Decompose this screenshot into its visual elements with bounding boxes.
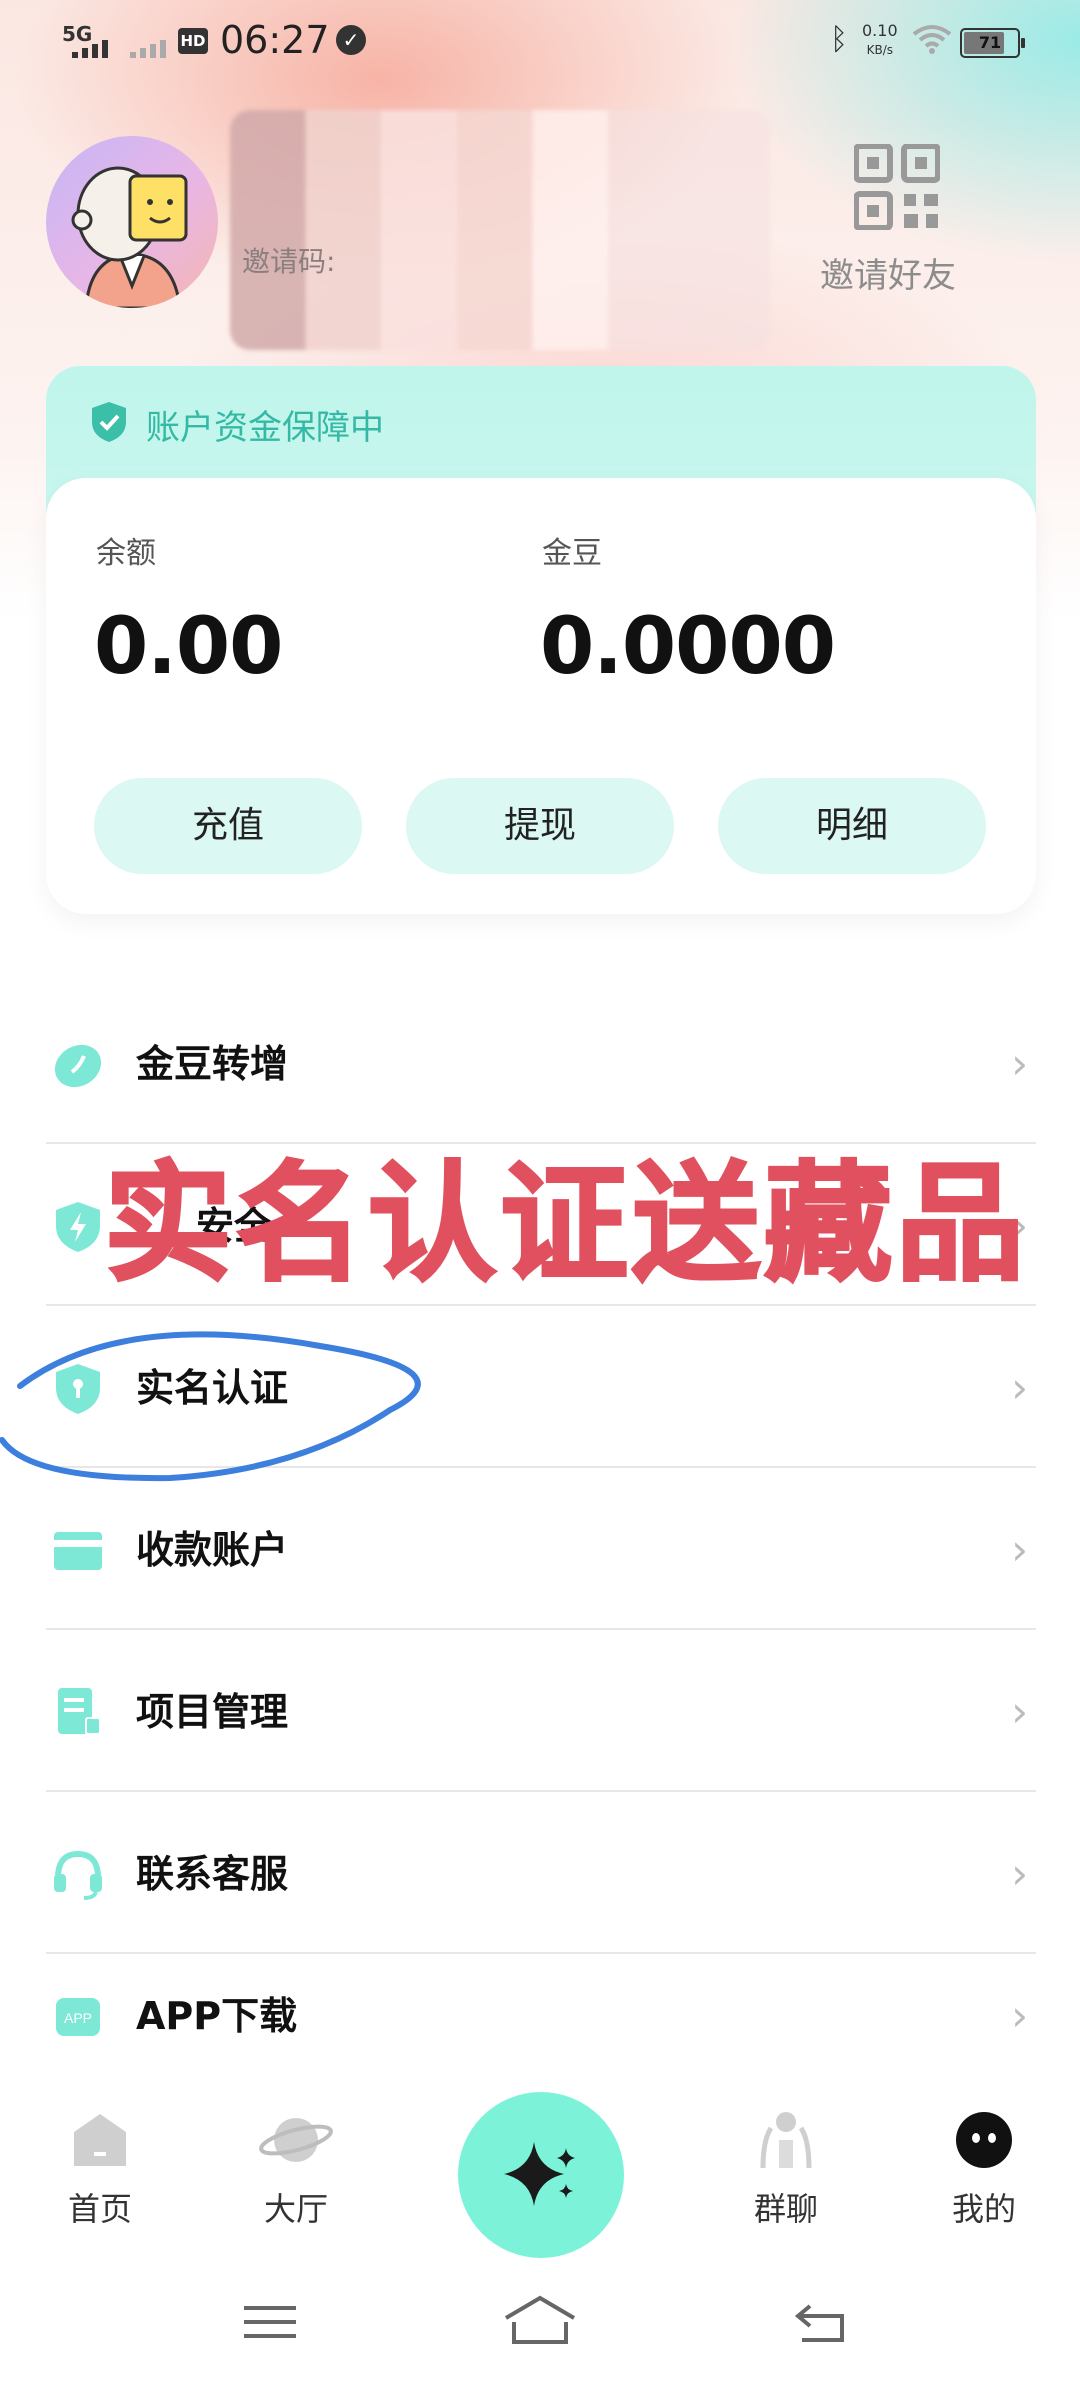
bean-icon [54, 1044, 102, 1088]
wifi-icon [912, 25, 952, 54]
document-icon [58, 1688, 101, 1735]
nav-me[interactable]: 我的 [914, 2110, 1054, 2230]
lightning-shield-icon [56, 1202, 100, 1252]
planet-icon [259, 2118, 333, 2162]
menu-label: 联系客服 [136, 1852, 289, 1896]
avatar-illustration [71, 166, 188, 308]
center-action-button[interactable] [458, 2092, 624, 2258]
menu-item-app-download[interactable]: APP APP下载 › [46, 1956, 1036, 2076]
nav-group-chat[interactable]: 群聊 [716, 2110, 856, 2230]
clock: 06:27 [220, 18, 330, 62]
headset-icon [54, 1850, 102, 1900]
app-icon: APP [56, 1998, 100, 2036]
network-speed: 0.10 KB/s [862, 22, 898, 59]
profile-face-icon [956, 2112, 1012, 2168]
speed-unit: KB/s [866, 43, 894, 57]
nav-label: 首页 [67, 2190, 132, 2228]
signal-2-icon [130, 40, 166, 58]
divider [46, 1952, 1036, 1954]
recharge-button[interactable]: 充值 [94, 778, 362, 874]
back-icon[interactable] [790, 2298, 850, 2348]
chevron-right-icon: › [1011, 1991, 1028, 2040]
menu-label: 项目管理 [136, 1690, 289, 1734]
chevron-right-icon: › [1011, 1525, 1028, 1574]
shield-check-icon [92, 402, 126, 442]
chevron-right-icon: › [1011, 1363, 1028, 1412]
menu-label: APP下载 [136, 1994, 298, 2038]
invite-code: 邀请码: [242, 245, 336, 278]
status-bar: 5G HD 06:27 ✓ ᛒ 0.10 KB/s 71 [0, 0, 1080, 80]
nav-label: 我的 [951, 2190, 1016, 2228]
chevron-right-icon: › [1011, 1849, 1028, 1898]
divider [46, 1628, 1036, 1630]
avatar[interactable] [46, 136, 218, 308]
menu-item-project-management[interactable]: 项目管理 › [46, 1632, 1036, 1792]
beans-value: 0.0000 [540, 602, 836, 692]
people-icon [760, 2112, 812, 2169]
hd-icon: HD [178, 28, 208, 54]
details-button[interactable]: 明细 [718, 778, 986, 874]
check-icon: ✓ [336, 25, 366, 55]
nav-hall[interactable]: 大厅 [226, 2110, 366, 2230]
home-icon [74, 2114, 126, 2166]
menu-item-contact-support[interactable]: 联系客服 › [46, 1794, 1036, 1954]
menu-icon[interactable] [240, 2298, 300, 2348]
battery-icon: 71 [960, 28, 1025, 58]
divider [46, 1790, 1036, 1792]
nav-home[interactable]: 首页 [30, 2110, 170, 2230]
blurred-username [230, 110, 770, 350]
balance-value: 0.00 [94, 602, 283, 692]
balance-label: 余额 [96, 536, 156, 571]
chevron-right-icon: › [1011, 1687, 1028, 1736]
speed-value: 0.10 [862, 21, 898, 40]
svg-text:APP: APP [64, 2010, 92, 2026]
nav-label: 大厅 [263, 2190, 328, 2228]
beans-label: 金豆 [542, 536, 602, 571]
signal-icon [72, 40, 108, 58]
nav-label: 群聊 [753, 2190, 818, 2228]
fund-protection-text: 账户资金保障中 [146, 408, 384, 448]
promo-overlay-text: 实名认证送藏品 [102, 1149, 1029, 1301]
home-button-icon[interactable] [502, 2292, 578, 2348]
hand-drawn-circle-annotation [0, 1331, 421, 1482]
battery-level: 71 [978, 33, 1002, 52]
withdraw-button[interactable]: 提现 [406, 778, 674, 874]
qr-code-icon [854, 144, 940, 230]
card-icon [54, 1532, 102, 1570]
invite-friends-label[interactable]: 邀请好友 [820, 248, 956, 297]
bluetooth-icon: ᛒ [830, 22, 848, 57]
sparkle-icon [504, 2142, 575, 2206]
system-nav-bar [0, 2270, 1080, 2408]
